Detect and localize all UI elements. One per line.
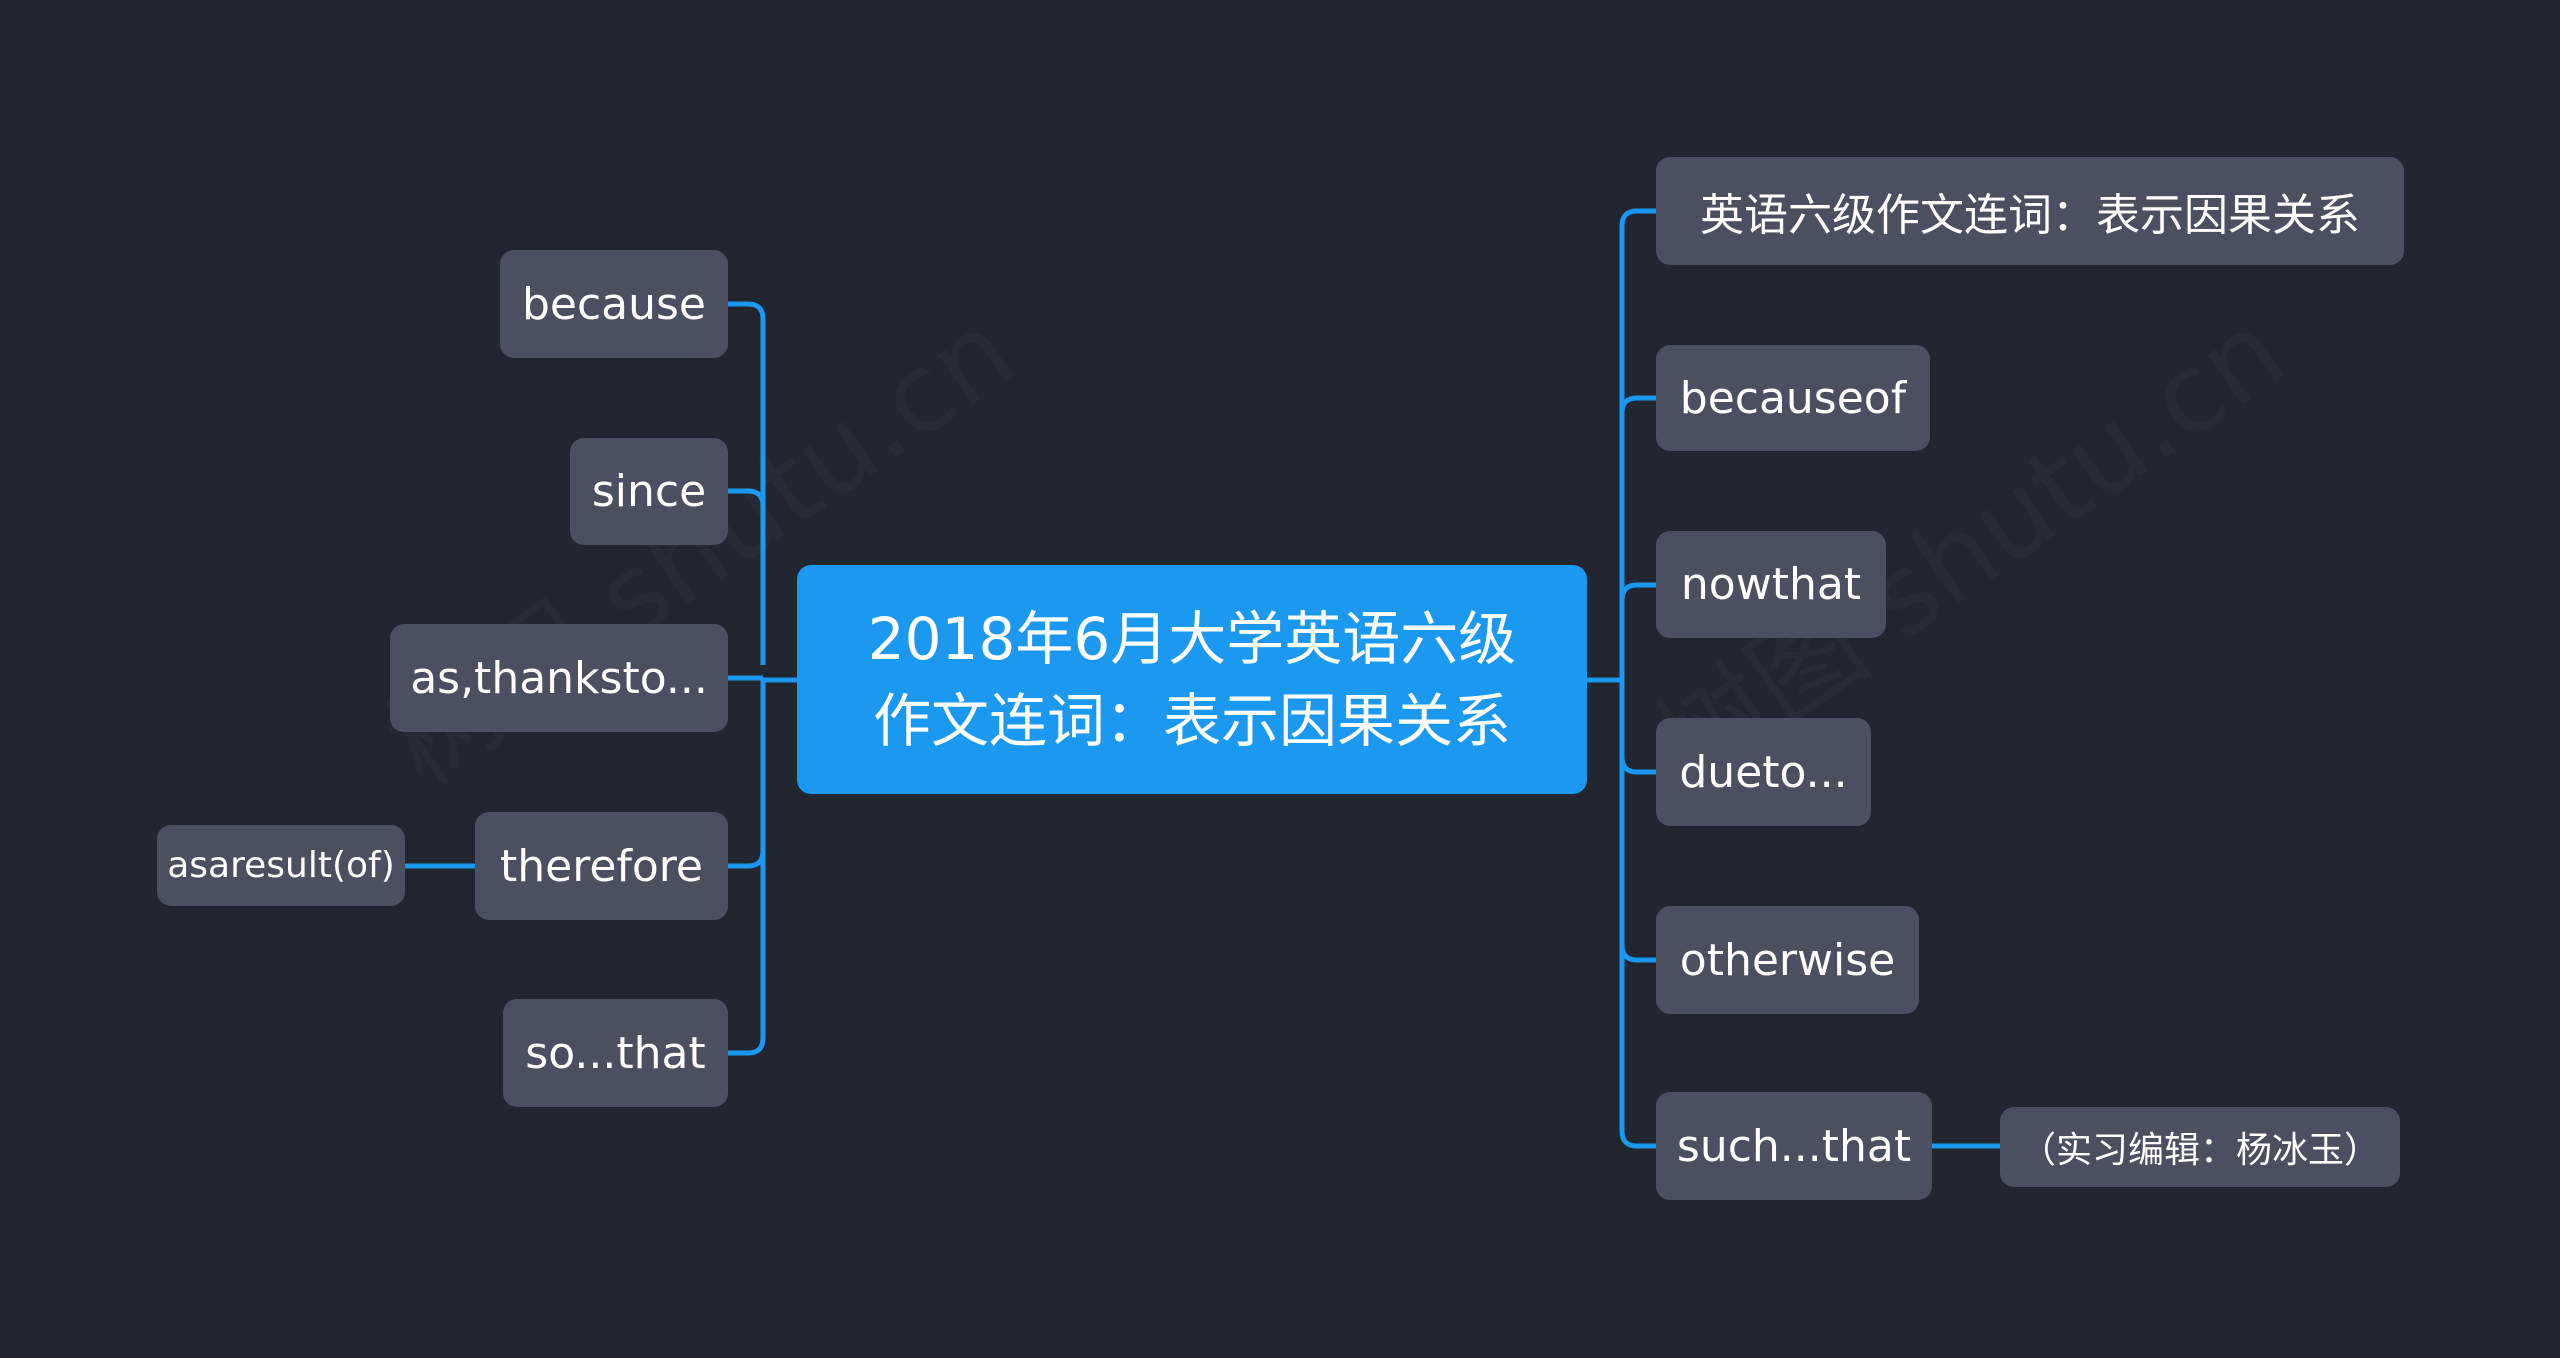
link-right-1: [1619, 395, 1656, 414]
node-label: becauseof: [1679, 372, 1907, 424]
node-becauseof[interactable]: becauseof: [1656, 345, 1930, 451]
node-label: 英语六级作文连词：表示因果关系: [1700, 190, 2360, 241]
link-left-since: [728, 488, 766, 507]
node-label: because: [521, 278, 707, 330]
link-left-sothat: [728, 851, 766, 1056]
node-such-that[interactable]: such...that: [1656, 1092, 1932, 1200]
link-right-2: [1619, 582, 1656, 601]
node-since[interactable]: since: [570, 438, 728, 545]
node-nowthat[interactable]: nowthat: [1656, 531, 1886, 638]
node-label: otherwise: [1679, 934, 1896, 986]
node-label: asaresult(of): [167, 845, 395, 886]
link-right-0: [1619, 208, 1656, 1149]
link-right-4: [1619, 944, 1656, 963]
node-as-thanksto[interactable]: as,thanksto...: [390, 624, 728, 732]
node-label: nowthat: [1680, 559, 1862, 610]
link-left-because: [728, 301, 766, 665]
node-label: （实习编辑：杨冰玉）: [2019, 1130, 2380, 1171]
link-left-therefore: [728, 680, 766, 869]
node-heading[interactable]: 英语六级作文连词：表示因果关系: [1656, 157, 2404, 265]
node-label: such...that: [1676, 1120, 1912, 1172]
root-title-line2: 作文连词：表示因果关系: [872, 686, 1511, 755]
root-node[interactable]: 2018年6月大学英语六级 作文连词：表示因果关系: [797, 565, 1587, 794]
node-label: since: [591, 466, 707, 517]
node-label: therefore: [499, 840, 703, 892]
node-label: dueto...: [1679, 746, 1848, 798]
link-right-3: [1619, 756, 1656, 775]
node-so-that[interactable]: so...that: [503, 999, 728, 1107]
node-therefore[interactable]: therefore: [475, 812, 728, 920]
node-because[interactable]: because: [500, 250, 728, 358]
node-otherwise[interactable]: otherwise: [1656, 906, 1919, 1014]
node-label: as,thanksto...: [410, 652, 708, 704]
node-dueto[interactable]: dueto...: [1656, 718, 1871, 826]
node-editor[interactable]: （实习编辑：杨冰玉）: [2000, 1107, 2400, 1187]
node-asaresult[interactable]: asaresult(of): [157, 825, 405, 906]
node-label: so...that: [525, 1027, 706, 1079]
root-title-line1: 2018年6月大学英语六级: [867, 604, 1517, 673]
